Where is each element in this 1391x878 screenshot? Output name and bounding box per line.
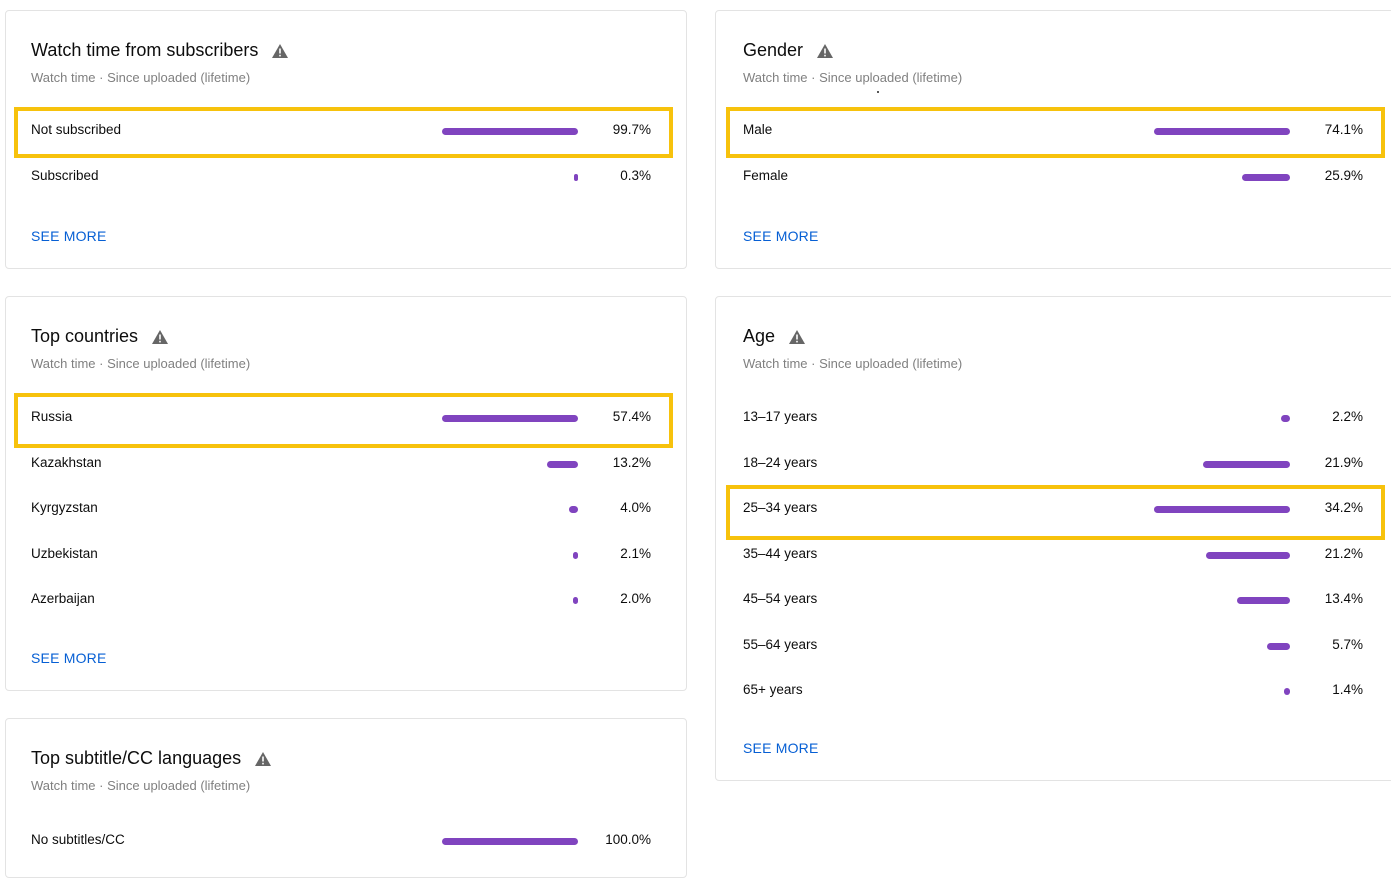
age-row-bar xyxy=(1284,688,1290,695)
age-row-value: 21.2% xyxy=(1324,545,1363,561)
gender-row-label: Male xyxy=(743,122,773,137)
age-row-value: 1.4% xyxy=(1332,682,1363,697)
countries-row-bar xyxy=(573,597,578,604)
age-row-value: 13.4% xyxy=(1324,591,1363,606)
countries-row-label: Kyrgyzstan xyxy=(31,500,98,515)
countries-row: Russia 57.4% xyxy=(6,395,686,441)
subscribers-row-value: 99.7% xyxy=(612,122,651,137)
countries-row-value: 2.1% xyxy=(620,545,651,561)
age-row: 35–44 years 21.2% xyxy=(716,532,1391,578)
subtitles-card-title: Top subtitle/CC languages xyxy=(31,748,272,769)
countries-row: Kyrgyzstan 4.0% xyxy=(6,486,686,532)
warning-triangle-icon[interactable] xyxy=(817,43,834,58)
age-card: Age Watch time · Since uploaded (lifetim… xyxy=(715,296,1391,781)
age-row-label: 45–54 years xyxy=(743,591,818,606)
gender-row-bar xyxy=(1154,128,1290,135)
age-row-value: 21.9% xyxy=(1324,454,1363,470)
warning-triangle-icon[interactable] xyxy=(272,43,289,58)
age-row-bar xyxy=(1236,597,1290,604)
age-row: 55–64 years 5.7% xyxy=(716,623,1391,669)
countries-row-label: Kazakhstan xyxy=(31,454,102,470)
countries-row-bar xyxy=(573,551,578,559)
warning-triangle-icon[interactable] xyxy=(152,329,169,344)
countries-row-label: Russia xyxy=(31,409,73,424)
countries-row-value: 57.4% xyxy=(612,409,651,424)
age-row: 65+ years 1.4% xyxy=(716,668,1391,714)
countries-row-value: 13.2% xyxy=(612,454,651,470)
age-row-label: 35–44 years xyxy=(743,545,818,561)
countries-row-bar xyxy=(442,415,578,422)
gender-row-value: 25.9% xyxy=(1324,168,1363,183)
age-row-label: 55–64 years xyxy=(743,636,818,652)
age-card-subtitle: Watch time · Since uploaded (lifetime) xyxy=(743,356,963,371)
age-row-label: 65+ years xyxy=(743,682,803,697)
subscribers-row-value: 0.3% xyxy=(620,168,651,183)
age-row-value: 5.7% xyxy=(1332,636,1363,652)
subscribers-row: Subscribed 0.3% xyxy=(6,154,686,200)
countries-row-bar xyxy=(568,506,578,513)
countries-card-title: Top countries xyxy=(31,326,169,347)
subscribers-card-subtitle: Watch time · Since uploaded (lifetime) xyxy=(31,70,251,85)
age-row-value: 2.2% xyxy=(1332,409,1363,424)
countries-card: Top countries Watch time · Since uploade… xyxy=(5,296,687,691)
age-row-value: 34.2% xyxy=(1324,500,1363,515)
age-row-label: 18–24 years xyxy=(743,454,818,470)
countries-row: Azerbaijan 2.0% xyxy=(6,577,686,623)
subtitles-row-value: 100.0% xyxy=(605,832,651,847)
countries-row: Uzbekistan 2.1% xyxy=(6,532,686,578)
gender-see-more-link[interactable]: SEE MORE xyxy=(743,228,819,244)
age-row-bar xyxy=(1267,642,1290,650)
subscribers-row-bar xyxy=(442,128,578,135)
countries-row-label: Azerbaijan xyxy=(31,591,95,606)
gender-card-subtitle: Watch time · Since uploaded (lifetime) xyxy=(743,70,963,85)
subtitles-row: No subtitles/CC 100.0% xyxy=(6,818,686,864)
gender-row: Female 25.9% xyxy=(716,154,1391,200)
subscribers-card: Watch time from subscribers Watch time ·… xyxy=(5,10,687,269)
subtitles-card: Top subtitle/CC languages Watch time · S… xyxy=(5,718,687,878)
subscribers-row-bar xyxy=(574,174,578,181)
subscribers-card-title: Watch time from subscribers xyxy=(31,40,289,61)
age-row: 18–24 years 21.9% xyxy=(716,441,1391,487)
age-row-bar xyxy=(1154,506,1290,513)
countries-row-value: 2.0% xyxy=(620,591,651,606)
countries-row: Kazakhstan 13.2% xyxy=(6,441,686,487)
age-row: 25–34 years 34.2% xyxy=(716,486,1391,532)
age-row: 13–17 years 2.2% xyxy=(716,395,1391,441)
age-row-label: 25–34 years xyxy=(743,500,818,515)
age-row-bar xyxy=(1205,551,1290,559)
subtitles-row-label: No subtitles/CC xyxy=(31,832,125,847)
warning-triangle-icon[interactable] xyxy=(255,751,272,766)
age-card-title: Age xyxy=(743,326,806,347)
gender-row-bar xyxy=(1242,174,1290,181)
subtitles-row-bar xyxy=(442,838,578,845)
subtitles-card-subtitle: Watch time · Since uploaded (lifetime) xyxy=(31,778,251,793)
gender-row-label: Female xyxy=(743,168,789,183)
age-row-bar xyxy=(1202,460,1290,468)
countries-row-label: Uzbekistan xyxy=(31,545,98,561)
gender-row: Male 74.1% xyxy=(716,108,1391,154)
countries-see-more-link[interactable]: SEE MORE xyxy=(31,650,107,666)
subscribers-row-label: Not subscribed xyxy=(31,122,122,137)
age-row-bar xyxy=(1281,415,1290,422)
countries-card-subtitle: Watch time · Since uploaded (lifetime) xyxy=(31,356,251,371)
warning-triangle-icon[interactable] xyxy=(789,329,806,344)
gender-card: Gender Watch time · Since uploaded (life… xyxy=(715,10,1391,269)
subscribers-row: Not subscribed 99.7% xyxy=(6,108,686,154)
countries-row-value: 4.0% xyxy=(620,500,651,515)
gender-row-value: 74.1% xyxy=(1324,122,1363,137)
subscribers-row-label: Subscribed xyxy=(31,168,99,183)
cursor-dot xyxy=(877,91,879,93)
subscribers-see-more-link[interactable]: SEE MORE xyxy=(31,228,107,244)
age-row-label: 13–17 years xyxy=(743,409,818,424)
gender-card-title: Gender xyxy=(743,40,834,61)
age-row: 45–54 years 13.4% xyxy=(716,577,1391,623)
age-see-more-link[interactable]: SEE MORE xyxy=(743,740,819,756)
countries-row-bar xyxy=(546,460,578,468)
